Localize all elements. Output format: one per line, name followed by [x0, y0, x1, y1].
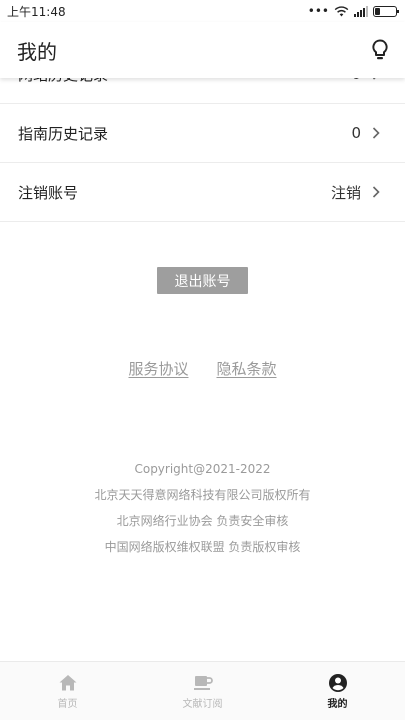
wifi-icon	[334, 5, 349, 16]
company-line: 北京天天得意网络科技有限公司版权所有	[94, 488, 311, 502]
list-item-guide-history[interactable]: 指南历史记录 0	[0, 104, 405, 163]
copyright-review-line: 中国网络版权维权联盟 负责版权审核	[104, 540, 301, 554]
list-item-value: 0	[351, 124, 361, 142]
copyright-footer: Copyright@2021-2022 北京天天得意网络科技有限公司版权所有 北…	[0, 456, 405, 560]
logout-button[interactable]: 退出账号	[157, 267, 248, 294]
nav-item-label: 我的	[327, 698, 348, 710]
privacy-policy-link[interactable]: 隐私条款	[217, 358, 277, 379]
battery-icon	[373, 5, 399, 17]
status-bar: 上午11:48 •••	[0, 0, 405, 22]
status-icons: •••	[307, 4, 399, 18]
copyright-line: Copyright@2021-2022	[134, 462, 271, 476]
app-header: 我的	[0, 22, 405, 78]
notification-dots: •••	[307, 4, 329, 18]
agreement-links: 服务协议 隐私条款	[0, 358, 405, 379]
home-icon	[59, 674, 76, 690]
page-title: 我的	[17, 39, 57, 64]
list-item-value: 注销	[330, 183, 361, 202]
lightbulb-icon[interactable]	[371, 39, 389, 61]
status-time: 上午11:48	[7, 4, 66, 19]
coffee-cup-icon	[193, 675, 213, 690]
security-review-line: 北京网络行业协会 负责安全审核	[116, 514, 289, 528]
nav-item-label: 首页	[57, 698, 78, 710]
bottom-navigation: 首页 文献订阅 我的	[0, 661, 405, 720]
nav-item-subscription[interactable]: 文献订阅	[135, 662, 270, 720]
list-item-cancel-account[interactable]: 注销账号 注销	[0, 163, 405, 222]
chevron-right-icon	[372, 127, 380, 139]
user-circle-icon	[328, 673, 347, 692]
nav-item-home[interactable]: 首页	[0, 662, 135, 720]
list-item-label: 指南历史记录	[18, 124, 109, 143]
list-item-label: 注销账号	[18, 183, 79, 202]
nav-item-label: 文献订阅	[182, 698, 223, 710]
service-agreement-link[interactable]: 服务协议	[128, 358, 188, 379]
nav-item-mine[interactable]: 我的	[270, 662, 405, 720]
signal-icon	[354, 5, 368, 17]
chevron-right-icon	[372, 186, 380, 198]
